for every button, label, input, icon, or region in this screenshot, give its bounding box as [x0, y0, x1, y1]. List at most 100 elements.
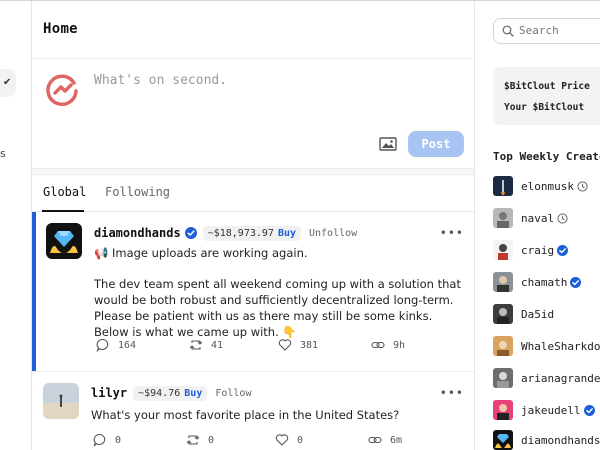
post-username[interactable]: diamondhands: [94, 226, 181, 240]
avatar[interactable]: [46, 223, 82, 259]
search-box[interactable]: [493, 18, 600, 44]
verified-badge-icon: [570, 276, 582, 288]
post-timestamp: 9h: [393, 339, 406, 351]
creator-name: jakeudell: [521, 403, 581, 417]
page-header: Home: [32, 1, 474, 59]
buy-button[interactable]: Buy: [278, 228, 296, 239]
link-icon: [371, 341, 385, 349]
bitclout-price-label: $BitClout Price: [504, 81, 590, 92]
coin-price: ~$18,973.97: [207, 227, 274, 239]
creator-item[interactable]: elonmusk: [493, 175, 588, 197]
creator-item[interactable]: WhaleSharkdo: [493, 335, 600, 357]
diamond-button[interactable]: 6m: [368, 433, 402, 447]
avatar: [493, 336, 513, 356]
avatar: [493, 304, 513, 324]
creator-name: WhaleSharkdo: [521, 339, 600, 353]
post-body-line: 📢 Image uploads are working again.: [94, 246, 308, 260]
comment-count: 0: [115, 434, 122, 446]
creator-name: elonmusk: [521, 179, 574, 193]
creator-name: chamath: [521, 275, 568, 289]
creator-name: arianagrande: [521, 371, 600, 385]
image-upload-icon[interactable]: [379, 136, 397, 152]
avatar: [493, 368, 513, 388]
bitclout-price-card: $BitClout Price Your $BitClout: [493, 67, 600, 125]
like-button[interactable]: 0: [275, 433, 303, 447]
creator-item[interactable]: diamondhands: [493, 429, 600, 450]
like-count: 0: [297, 434, 304, 446]
feed-post[interactable]: lilyr ~$94.76 Buy Follow ••• What's your …: [32, 372, 474, 450]
verified-badge-icon: [184, 227, 197, 239]
post-username[interactable]: lilyr: [91, 386, 127, 400]
comment-icon: [96, 338, 109, 352]
comment-icon: [93, 433, 106, 447]
left-nav: ✔ s: [0, 1, 31, 450]
top-creators-title: Top Weekly Creators: [493, 150, 600, 163]
avatar: [493, 240, 513, 260]
verified-badge-icon: [583, 404, 595, 416]
feed-post[interactable]: diamondhands ~$18,973.97 Buy Unfollow •••…: [32, 212, 474, 372]
check-icon: ✔: [3, 77, 12, 88]
avatar: [493, 400, 513, 420]
more-options-icon[interactable]: •••: [440, 226, 464, 240]
reclout-count: 41: [211, 339, 224, 351]
creator-item[interactable]: arianagrande: [493, 367, 600, 389]
avatar: [493, 430, 513, 450]
avatar[interactable]: [43, 383, 79, 419]
avatar: [493, 272, 513, 292]
like-count: 381: [300, 339, 319, 351]
creator-coin-price-badge[interactable]: ~$18,973.97 Buy: [202, 225, 301, 241]
post-actions: 0 0 0 6m: [93, 433, 423, 449]
avatar: [493, 208, 513, 228]
post-actions: 164 41 381 9h: [96, 338, 426, 354]
compose-box: Post: [32, 59, 474, 169]
feed-tabs: Global Following: [32, 175, 474, 212]
creator-item[interactable]: craig: [493, 239, 569, 261]
post-body-line: What's your most favorite place in the U…: [91, 408, 400, 422]
avatar: [493, 176, 513, 196]
more-options-icon[interactable]: •••: [440, 386, 464, 400]
search-icon: [502, 25, 514, 37]
clock-icon: [557, 212, 568, 224]
reclout-button[interactable]: 0: [186, 433, 214, 447]
coin-price: ~$94.76: [138, 387, 181, 399]
your-bitclout-label: Your $BitClout: [504, 102, 585, 113]
heart-icon: [278, 339, 292, 351]
post-timestamp: 6m: [390, 434, 403, 446]
search-input[interactable]: [519, 24, 600, 37]
post-meta: lilyr ~$94.76 Buy Follow: [91, 384, 251, 402]
heart-icon: [275, 434, 289, 446]
creator-coin-price-badge[interactable]: ~$94.76 Buy: [133, 385, 208, 401]
lilyr-avatar-icon: [43, 383, 79, 419]
reclout-icon: [189, 340, 203, 350]
diamond-button[interactable]: 9h: [371, 338, 405, 352]
creator-item[interactable]: jakeudell: [493, 399, 595, 421]
post-button[interactable]: Post: [408, 131, 464, 157]
compose-input[interactable]: [94, 73, 444, 88]
post-meta: diamondhands ~$18,973.97 Buy Unfollow: [94, 224, 357, 242]
diamondhands-avatar-icon: [46, 223, 82, 259]
creator-item[interactable]: chamath: [493, 271, 582, 293]
unfollow-button[interactable]: Unfollow: [309, 228, 357, 239]
bitclout-logo-icon: [46, 74, 78, 106]
tab-global[interactable]: Global: [43, 185, 86, 199]
link-icon: [368, 436, 382, 444]
creator-name: diamondhands: [521, 433, 600, 447]
creator-item[interactable]: Da5id: [493, 303, 554, 325]
comment-button[interactable]: 0: [93, 433, 121, 447]
reclout-icon: [186, 435, 200, 445]
creator-item[interactable]: naval: [493, 207, 568, 229]
post-body-paragraph: The dev team spent all weekend coming up…: [94, 277, 461, 339]
feed-column: Home Post Global Following: [31, 1, 475, 450]
follow-button[interactable]: Follow: [215, 388, 251, 399]
creator-name: Da5id: [521, 307, 555, 321]
buy-button[interactable]: Buy: [184, 388, 202, 399]
like-button[interactable]: 381: [278, 338, 318, 352]
nav-item-fragment[interactable]: s: [0, 147, 6, 160]
tab-following[interactable]: Following: [105, 185, 170, 199]
verified-badge-icon: [557, 244, 569, 256]
comment-count: 164: [118, 339, 137, 351]
comment-button[interactable]: 164: [96, 338, 136, 352]
creator-name: craig: [521, 243, 555, 257]
reclout-count: 0: [208, 434, 215, 446]
reclout-button[interactable]: 41: [189, 338, 223, 352]
